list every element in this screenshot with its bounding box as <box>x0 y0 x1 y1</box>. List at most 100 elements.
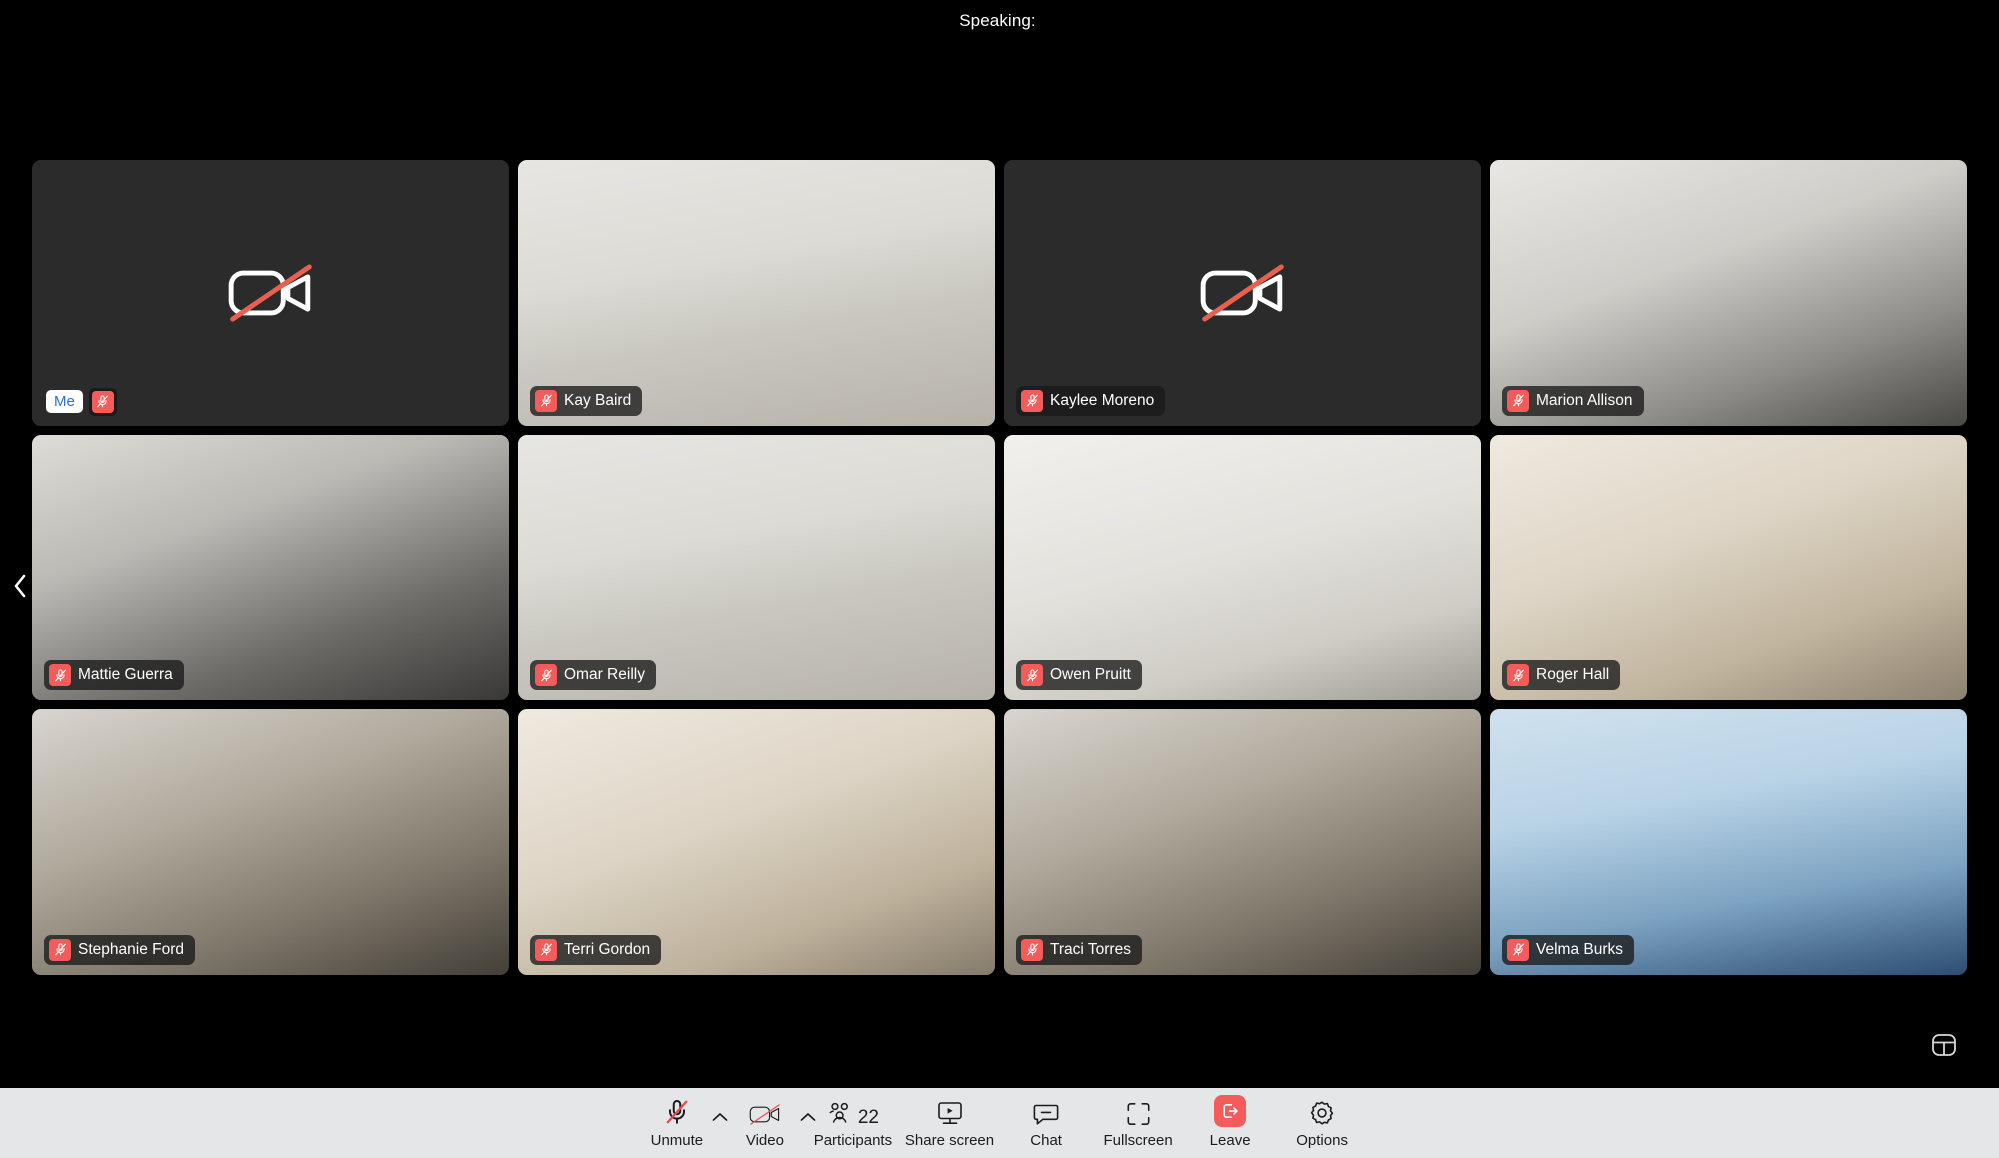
mic-off-chip <box>535 389 557 412</box>
participant-name-badge: Owen Pruitt <box>1016 660 1142 691</box>
camera-off-icon <box>749 1104 780 1125</box>
camera-off-icon <box>228 264 312 322</box>
mic-off-chip <box>535 664 557 687</box>
camera-off-indicator <box>225 259 317 327</box>
participant-name-badge: Mattie Guerra <box>44 660 184 691</box>
mic-off-icon <box>1026 943 1038 956</box>
participant-name-badge: Velma Burks <box>1502 934 1635 965</box>
participant-tile[interactable]: Omar Reilly <box>518 434 995 701</box>
mic-off-icon <box>54 943 66 956</box>
participants-count: 22 <box>857 1107 879 1128</box>
participant-name: Velma Burks <box>1536 940 1624 958</box>
chevron-left-icon <box>14 574 26 598</box>
toolbar-participants-button[interactable]: 22 Participants <box>807 1092 899 1154</box>
participant-tile[interactable]: Owen Pruitt <box>1004 434 1481 701</box>
speaking-label: Speaking: <box>959 11 1036 30</box>
previous-page-button[interactable] <box>6 566 34 606</box>
mic-off-icon <box>1512 669 1524 682</box>
mic-off-chip <box>49 664 71 687</box>
mic-off-chip <box>49 938 71 961</box>
mic-off-icon <box>540 394 552 407</box>
share-screen-icon-wrap <box>936 1099 964 1127</box>
participant-tile[interactable]: Kay Baird <box>518 160 995 426</box>
mic-off-chip <box>1021 664 1043 687</box>
toolbar-fullscreen-label: Fullscreen <box>1103 1132 1173 1149</box>
speaking-indicator: Speaking: <box>0 0 1999 42</box>
participant-name: Owen Pruitt <box>1050 666 1131 684</box>
participant-name-badge: Marion Allison <box>1502 385 1644 416</box>
participant-name: Traci Torres <box>1050 940 1131 958</box>
camera-off-icon-wrap <box>748 1099 782 1127</box>
participant-tile[interactable]: Marion Allison <box>1490 160 1967 426</box>
participant-name-badge: Terri Gordon <box>530 934 662 965</box>
mic-off-icon <box>1026 394 1038 407</box>
chat-icon-wrap <box>1032 1099 1060 1127</box>
participant-gallery-grid: Me Kay Baird Kaylee Moreno Marion Allison Ma… <box>32 160 1967 975</box>
participant-name: Terri Gordon <box>564 940 651 958</box>
participant-tile[interactable]: Stephanie Ford <box>32 709 509 975</box>
view-layout-toggle-button[interactable] <box>1927 1028 1961 1062</box>
mic-off-icon <box>1512 943 1524 956</box>
mic-off-icon <box>666 1099 688 1124</box>
participant-name: Roger Hall <box>1536 666 1610 684</box>
participant-name: Omar Reilly <box>564 666 645 684</box>
fullscreen-icon-wrap <box>1125 1099 1152 1127</box>
toolbar-unmute-label: Unmute <box>650 1132 704 1149</box>
participant-tile[interactable]: Roger Hall <box>1490 434 1967 701</box>
participant-name-badge: Kay Baird <box>530 385 643 416</box>
mic-off-icon <box>1026 669 1038 682</box>
toolbar-leave-label: Leave <box>1209 1132 1251 1149</box>
leave-icon <box>1214 1095 1247 1127</box>
toolbar-options-label: Options <box>1296 1132 1348 1149</box>
gear-icon-wrap <box>1308 1099 1336 1127</box>
participant-name: Mattie Guerra <box>78 666 173 684</box>
participant-name-badge: Stephanie Ford <box>44 934 195 965</box>
participant-name: Kay Baird <box>564 391 632 409</box>
mic-off-chip <box>535 938 557 961</box>
participant-name: Kaylee Moreno <box>1050 391 1155 409</box>
mic-off-chip <box>1021 389 1043 412</box>
toolbar-leave-button[interactable]: Leave <box>1184 1092 1276 1154</box>
video-conference-app: Speaking: Me Kay Baird Kaylee Moreno Marion… <box>0 0 1999 1158</box>
toolbar-participants-label: Participants <box>813 1132 893 1149</box>
toolbar-chat-button[interactable]: Chat <box>1000 1092 1092 1154</box>
mic-off-icon <box>540 943 552 956</box>
participant-name: Stephanie Ford <box>78 940 184 958</box>
participant-tile[interactable]: Velma Burks <box>1490 709 1967 975</box>
mic-off-icon <box>1512 394 1524 407</box>
toolbar-share-screen-label: Share screen <box>904 1132 995 1149</box>
participant-tile[interactable]: Traci Torres <box>1004 709 1481 975</box>
participant-name-badge: Omar Reilly <box>530 660 656 691</box>
mic-off-icon <box>540 669 552 682</box>
meeting-controls-toolbar: Unmute Video 22 Participants Share screen Cha… <box>0 1088 1999 1158</box>
participant-tile[interactable]: Me <box>32 160 509 426</box>
camera-off-indicator <box>1197 259 1289 327</box>
mic-off-icon <box>97 395 109 408</box>
participant-tile[interactable]: Terri Gordon <box>518 709 995 975</box>
participants-icon <box>829 1102 848 1123</box>
mic-off-chip <box>1507 389 1529 412</box>
toolbar-video-label: Video <box>745 1132 784 1149</box>
toolbar-chat-label: Chat <box>1030 1132 1062 1149</box>
participant-tile[interactable]: Kaylee Moreno <box>1004 160 1481 426</box>
gallery-layout-icon <box>1932 1034 1956 1056</box>
participant-name: Marion Allison <box>1536 391 1633 409</box>
mic-off-chip <box>91 390 114 413</box>
participant-name-badge: Traci Torres <box>1016 934 1142 965</box>
toolbar-fullscreen-button[interactable]: Fullscreen <box>1092 1092 1184 1154</box>
mic-off-chip <box>1507 664 1529 687</box>
chat-icon <box>1033 1104 1059 1125</box>
mic-off-icon <box>54 669 66 682</box>
mic-off-chip <box>1507 938 1529 961</box>
participant-tile[interactable]: Mattie Guerra <box>32 434 509 701</box>
self-view-badge: Me <box>46 387 117 416</box>
toolbar-share-screen-button[interactable]: Share screen <box>899 1092 1000 1154</box>
mic-off-icon-wrap <box>662 1099 692 1127</box>
fullscreen-icon <box>1127 1102 1150 1126</box>
participants-icon-wrap: 22 <box>827 1099 879 1127</box>
toolbar-options-button[interactable]: Options <box>1276 1092 1368 1154</box>
share-screen-icon <box>937 1102 962 1125</box>
camera-off-icon <box>1200 264 1284 322</box>
me-label: Me <box>46 390 83 414</box>
participant-name-badge: Kaylee Moreno <box>1016 385 1166 416</box>
